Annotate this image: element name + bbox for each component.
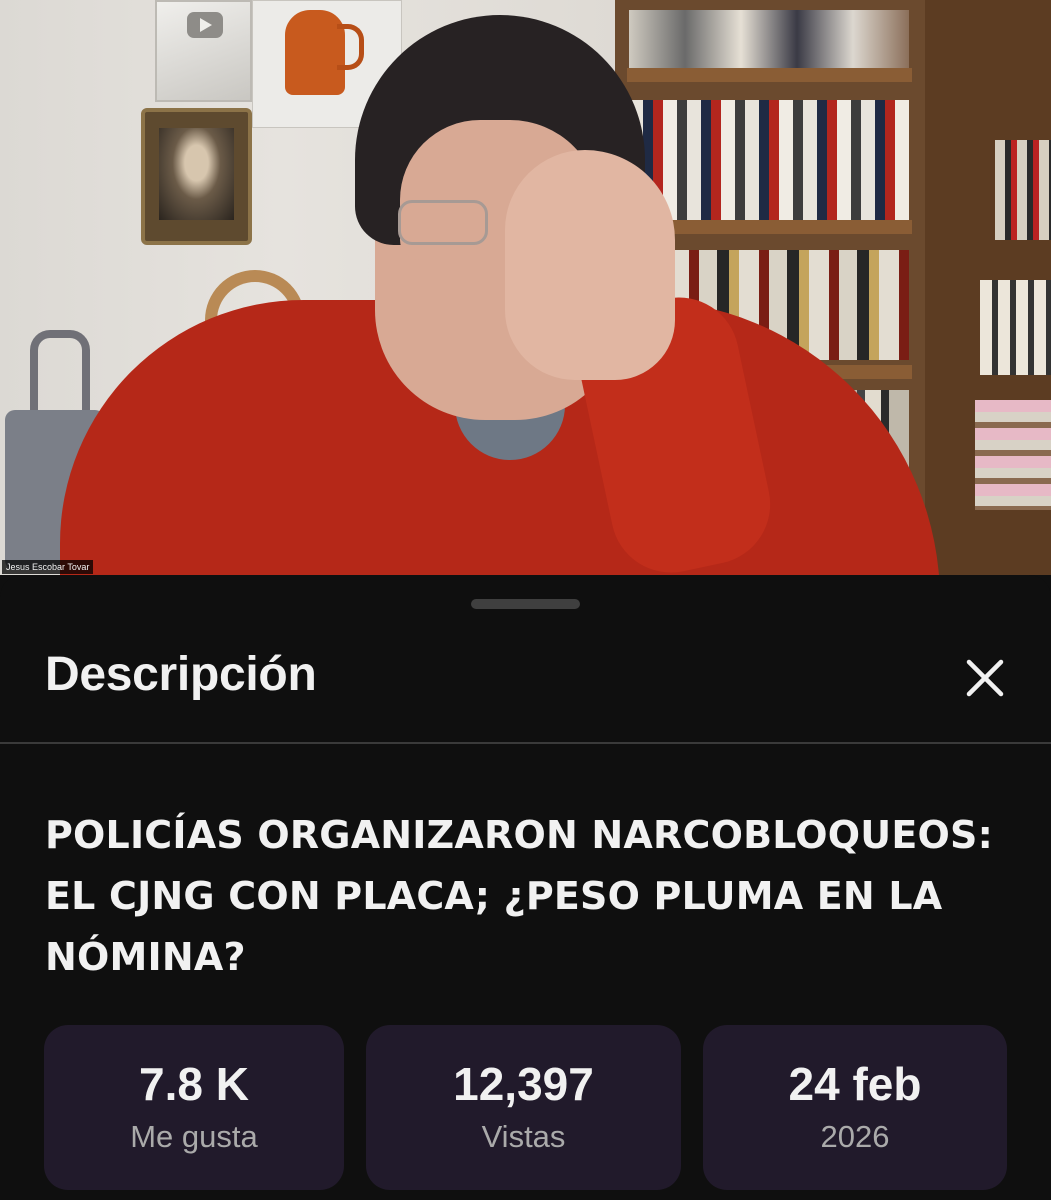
kettle-picture (285, 10, 364, 95)
play-button-award (155, 0, 252, 102)
views-label: Vistas (481, 1119, 566, 1154)
publish-year: 2026 (820, 1119, 890, 1154)
bookshelf-right (925, 0, 1051, 575)
likes-count: 7.8 K (139, 1058, 249, 1110)
publish-date: 24 feb (788, 1058, 922, 1110)
framed-photo (141, 108, 252, 245)
views-count: 12,397 (453, 1058, 594, 1110)
video-player[interactable]: Jesus Escobar Tovar (0, 0, 1051, 575)
date-stat: 24 feb 2026 (703, 1025, 1007, 1190)
likes-stat: 7.8 K Me gusta (44, 1025, 344, 1190)
sheet-title: Descripción (45, 648, 317, 701)
description-sheet: Descripción POLICÍAS ORGANIZARON NARCOBL… (0, 575, 1051, 1200)
drag-handle[interactable] (471, 599, 580, 609)
close-icon (966, 659, 1004, 697)
video-title: POLICÍAS ORGANIZARON NARCOBLOQUEOS: EL C… (45, 813, 993, 979)
person-glasses (398, 200, 488, 245)
close-button[interactable] (955, 648, 1015, 708)
person-hand (505, 150, 675, 380)
likes-label: Me gusta (130, 1119, 258, 1154)
participant-name-tag: Jesus Escobar Tovar (2, 560, 94, 574)
views-stat: 12,397 Vistas (366, 1025, 681, 1190)
divider (0, 742, 1051, 744)
